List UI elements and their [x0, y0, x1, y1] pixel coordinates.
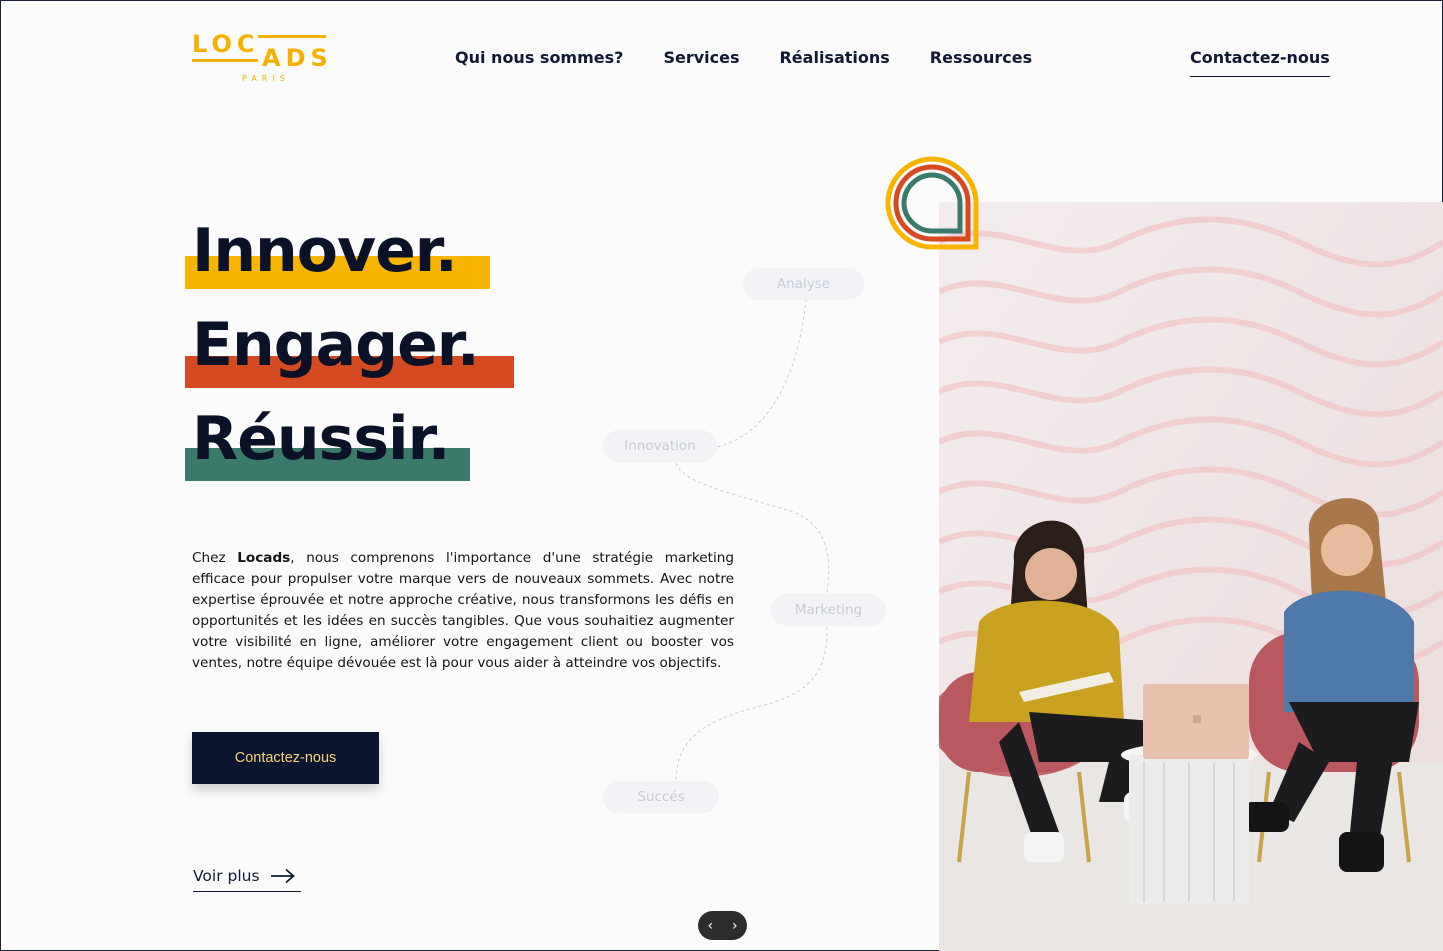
carousel-nav: ‹ ›: [698, 911, 747, 940]
path-step-succes: Succés: [603, 781, 719, 813]
headline-reussir: Réussir.: [192, 404, 450, 474]
brand-badge-icon: [885, 156, 979, 250]
path-step-marketing: Marketing: [771, 594, 886, 626]
hero-photo: [939, 202, 1443, 951]
carousel-next-button[interactable]: ›: [732, 918, 738, 934]
headline-innover: Innover.: [192, 216, 458, 286]
path-step-analyse: Analyse: [743, 268, 864, 300]
carousel-prev-button[interactable]: ‹: [707, 918, 713, 934]
headline-engager: Engager.: [192, 310, 480, 380]
path-step-innovation: Innovation: [603, 430, 717, 462]
